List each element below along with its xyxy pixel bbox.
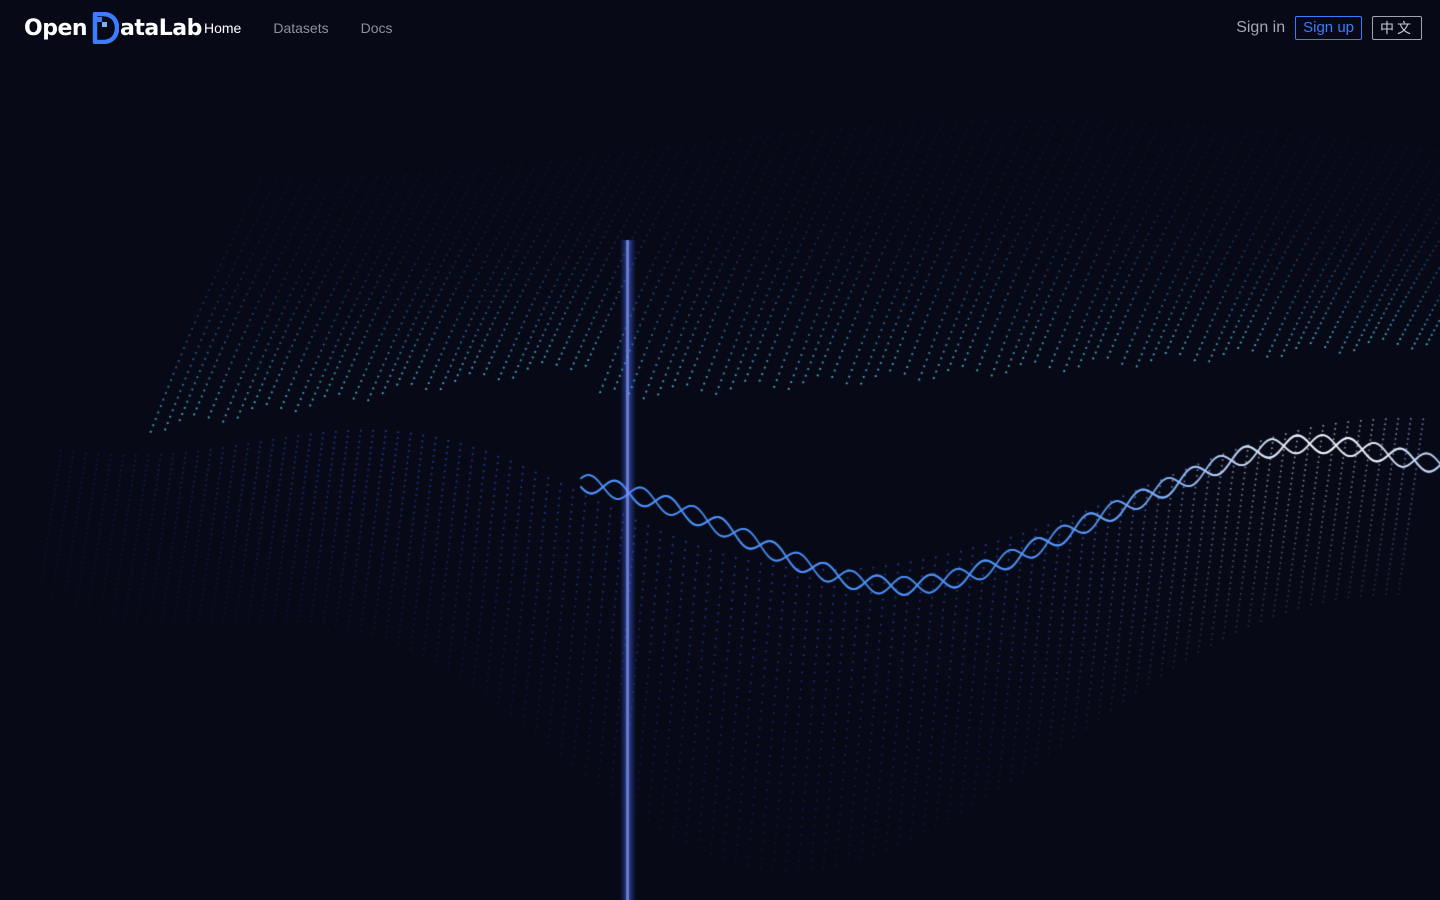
language-toggle-button[interactable]: 中文 bbox=[1372, 16, 1422, 40]
logo-text-open: Open bbox=[24, 15, 88, 41]
nav-home[interactable]: Home bbox=[204, 18, 241, 38]
nav-docs[interactable]: Docs bbox=[361, 18, 393, 38]
opendatalab-logo[interactable]: Open ataLab bbox=[24, 10, 202, 46]
account-actions: Sign in Sign up 中文 bbox=[1236, 16, 1422, 40]
nav-datasets[interactable]: Datasets bbox=[273, 18, 328, 38]
sign-in-link[interactable]: Sign in bbox=[1236, 17, 1285, 39]
data-d-icon bbox=[92, 12, 120, 44]
sign-up-button[interactable]: Sign up bbox=[1295, 16, 1362, 40]
top-navigation-bar: Open ataLab Home Datasets Docs Sign in S… bbox=[0, 0, 1440, 56]
logo-text-datalab: ataLab bbox=[120, 15, 202, 41]
particle-wave-background bbox=[0, 0, 1440, 900]
main-nav: Home Datasets Docs bbox=[204, 18, 425, 38]
